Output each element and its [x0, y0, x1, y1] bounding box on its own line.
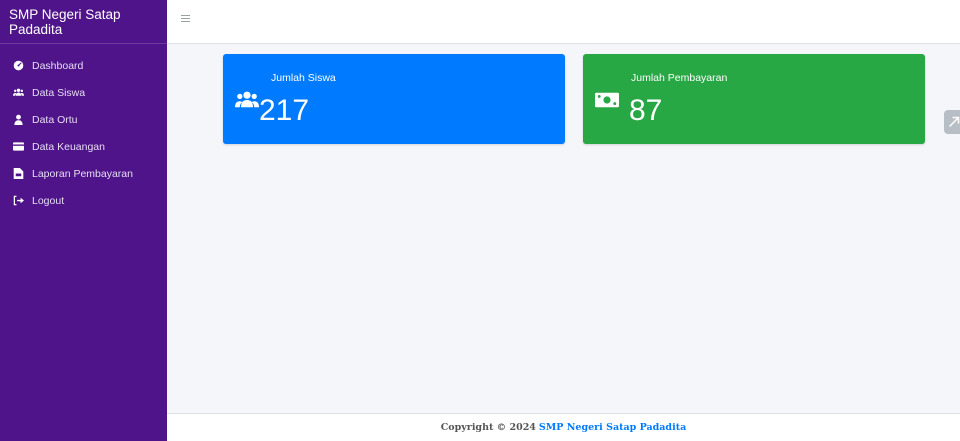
card-title: Jumlah Siswa — [271, 72, 336, 84]
sidebar-item-label: Data Ortu — [32, 113, 78, 126]
sidebar-item-dashboard[interactable]: Dashboard — [0, 52, 167, 79]
sidebar-item-data-keuangan[interactable]: Data Keuangan — [0, 133, 167, 160]
dashboard-icon — [12, 60, 24, 72]
card-value: 87 — [629, 94, 663, 127]
user-icon — [12, 114, 24, 126]
main-content: Jumlah Siswa 217 Jumlah Pembayaran 87 — [167, 44, 960, 413]
sign-out-icon — [12, 195, 24, 207]
money-bill-icon — [595, 90, 619, 110]
sidebar-item-label: Logout — [32, 194, 65, 207]
footer: Copyright © 2024 SMP Negeri Satap Padadi… — [167, 413, 960, 441]
arrow-icon — [948, 116, 960, 128]
top-navbar — [167, 0, 960, 44]
file-invoice-icon — [12, 168, 24, 180]
footer-copyright: Copyright © 2024 — [440, 422, 536, 433]
brand-title[interactable]: SMP Negeri Satap Padadita — [0, 0, 167, 44]
sidebar-item-laporan-pembayaran[interactable]: Laporan Pembayaran — [0, 160, 167, 187]
sidebar-nav: Dashboard Data Siswa Data Ortu Data Keua… — [0, 44, 167, 214]
sidebar-item-data-siswa[interactable]: Data Siswa — [0, 79, 167, 106]
card-value: 217 — [259, 94, 310, 127]
settings-flyout-button[interactable] — [944, 110, 960, 134]
credit-card-icon — [12, 141, 24, 153]
card-jumlah-pembayaran: Jumlah Pembayaran 87 — [583, 54, 925, 144]
sidebar-item-label: Data Keuangan — [32, 140, 105, 153]
users-icon — [235, 90, 259, 110]
sidebar-item-data-ortu[interactable]: Data Ortu — [0, 106, 167, 133]
sidebar-item-label: Laporan Pembayaran — [32, 167, 133, 180]
card-jumlah-siswa: Jumlah Siswa 217 — [223, 54, 565, 144]
sidebar-item-logout[interactable]: Logout — [0, 187, 167, 214]
sidebar-item-label: Dashboard — [32, 59, 84, 72]
card-title: Jumlah Pembayaran — [631, 72, 728, 84]
footer-link[interactable]: SMP Negeri Satap Padadita — [539, 422, 686, 433]
menu-toggle-icon[interactable] — [181, 15, 190, 23]
sidebar: SMP Negeri Satap Padadita Dashboard Data… — [0, 0, 167, 441]
users-icon — [12, 87, 24, 99]
sidebar-item-label: Data Siswa — [32, 86, 86, 99]
